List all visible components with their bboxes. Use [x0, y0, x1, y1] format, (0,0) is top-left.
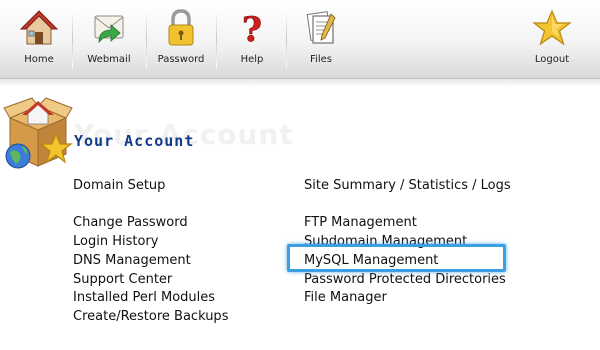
- domain-setup-link[interactable]: Domain Setup: [73, 178, 165, 193]
- account-box-globe-star-icon: [2, 96, 74, 172]
- change-password-link[interactable]: Change Password: [73, 215, 188, 230]
- toolbar-home-label: Home: [24, 54, 54, 65]
- toolbar-separator: [72, 10, 73, 68]
- login-history-link[interactable]: Login History: [73, 234, 158, 249]
- toolbar-webmail-label: Webmail: [87, 54, 131, 65]
- toolbar-files-button[interactable]: Files: [290, 0, 352, 78]
- toolbar-separator: [216, 10, 217, 68]
- support-center-link[interactable]: Support Center: [73, 272, 172, 287]
- toolbar-help-label: Help: [240, 54, 264, 65]
- file-manager-link[interactable]: File Manager: [304, 290, 387, 305]
- toolbar-logout-button[interactable]: Logout: [520, 0, 584, 78]
- ftp-management-link[interactable]: FTP Management: [304, 215, 417, 230]
- toolbar-password-label: Password: [157, 54, 205, 65]
- toolbar-help-button[interactable]: ? Help: [220, 0, 284, 78]
- toolbar-password-button[interactable]: Password: [150, 0, 212, 78]
- toolbar-webmail-button[interactable]: Webmail: [76, 0, 142, 78]
- toolbar-shadow: [0, 79, 600, 87]
- toolbar: Home Webmail Password ? Help Files Logou…: [0, 0, 600, 79]
- toolbar-home-button[interactable]: Home: [8, 0, 70, 78]
- dns-management-link[interactable]: DNS Management: [73, 253, 191, 268]
- toolbar-logout-label: Logout: [534, 54, 570, 65]
- padlock-icon: [161, 8, 201, 48]
- page-title: Your Account: [74, 132, 195, 150]
- files-icon: [301, 8, 341, 48]
- password-protected-directories-link[interactable]: Password Protected Directories: [304, 272, 506, 287]
- svg-text:?: ?: [242, 10, 262, 48]
- home-icon: [19, 8, 59, 48]
- toolbar-files-label: Files: [310, 54, 332, 65]
- site-summary-statistics-logs-link[interactable]: Site Summary / Statistics / Logs: [304, 178, 511, 193]
- webmail-icon: [89, 8, 129, 48]
- toolbar-separator: [286, 10, 287, 68]
- star-icon: [532, 8, 572, 48]
- create-restore-backups-link[interactable]: Create/Restore Backups: [73, 309, 228, 324]
- mysql-management-highlight-box: [287, 244, 506, 272]
- question-mark-icon: ?: [232, 8, 272, 48]
- toolbar-separator: [146, 10, 147, 68]
- installed-perl-modules-link[interactable]: Installed Perl Modules: [73, 290, 215, 305]
